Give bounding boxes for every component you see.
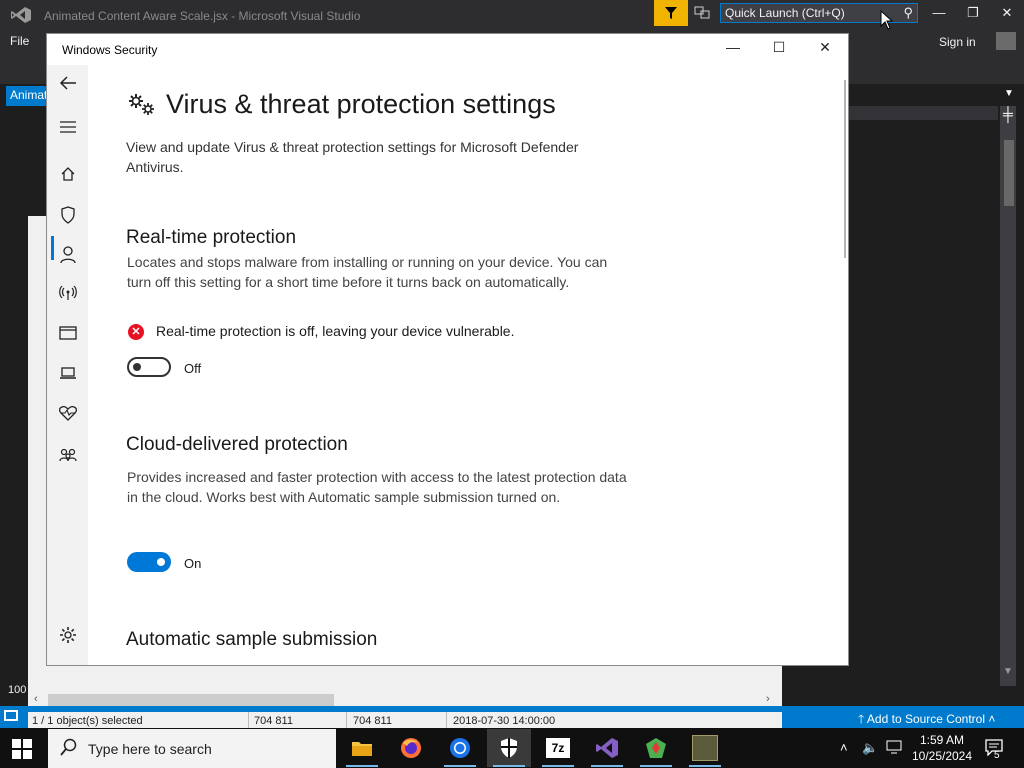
quick-launch-placeholder: Quick Launch (Ctrl+Q) <box>725 6 845 20</box>
cloud-protection-toggle[interactable] <box>127 552 171 572</box>
ws-scrollbar[interactable] <box>844 80 846 258</box>
add-to-source-label: Add to Source Control <box>866 712 985 726</box>
ws-minimize-button[interactable]: — <box>713 39 753 61</box>
ws-sidebar <box>47 65 88 665</box>
gears-icon <box>127 92 157 118</box>
taskbar-game[interactable] <box>683 729 727 767</box>
selected-count: 1 / 1 object(s) selected <box>32 715 143 727</box>
toggle-knob <box>157 558 165 566</box>
editor-scrollbar-thumb[interactable] <box>1004 140 1014 206</box>
game-icon <box>692 735 718 761</box>
taskbar-chrome[interactable] <box>438 729 482 767</box>
realtime-protection-description: Locates and stops malware from installin… <box>127 254 608 290</box>
clock-date: 10/25/2024 <box>911 749 973 763</box>
realtime-protection-title: Real-time protection <box>126 227 297 248</box>
sample-submission-title: Automatic sample submission <box>126 629 378 650</box>
hamburger-menu-icon[interactable] <box>57 118 79 140</box>
ws-maximize-button[interactable]: ☐ <box>759 39 799 61</box>
account-person-icon[interactable] <box>57 246 79 268</box>
scroll-right-icon[interactable]: › <box>766 693 770 705</box>
vs-restore-button[interactable]: ❐ <box>960 5 986 23</box>
taskbar-file-explorer[interactable] <box>340 729 384 767</box>
nav-selection-indicator <box>51 236 54 260</box>
back-arrow-icon[interactable] <box>57 75 79 97</box>
network-icon[interactable] <box>886 740 902 757</box>
sign-in-link[interactable]: Sign in <box>939 35 976 49</box>
search-icon[interactable]: ⚲ <box>903 5 913 21</box>
page-description: View and update Virus & threat protectio… <box>126 139 579 175</box>
taskbar-7zip[interactable]: 7z <box>536 729 580 767</box>
taskbar-windows-security[interactable] <box>487 729 531 767</box>
filter-icon[interactable] <box>654 0 688 26</box>
cloud-protection-description: Provides increased and faster protection… <box>127 469 627 505</box>
visual-studio-logo-icon <box>10 6 32 24</box>
taskbar-visual-studio[interactable] <box>585 729 629 767</box>
avatar[interactable] <box>996 32 1016 50</box>
family-options-icon[interactable] <box>57 447 79 469</box>
toggle-knob <box>133 363 141 371</box>
editor-header-strip <box>848 106 998 120</box>
shield-icon <box>501 738 517 758</box>
ws-titlebar: Windows Security — ☐ ✕ <box>47 34 848 65</box>
zoom-level: 100 <box>8 684 27 696</box>
packed-size-value: 704 811 <box>353 715 392 727</box>
network-antenna-icon[interactable] <box>57 285 79 307</box>
windows-start-icon[interactable] <box>12 739 32 759</box>
arrow-up-icon: 🡑 <box>858 712 865 726</box>
firefox-icon <box>401 738 421 758</box>
device-security-laptop-icon[interactable] <box>57 365 79 387</box>
editor-tab[interactable]: Animat <box>6 86 52 106</box>
app-browser-control-icon[interactable] <box>57 325 79 347</box>
status-icon <box>4 710 18 721</box>
windows-security-window: Windows Security — ☐ ✕ Virus & threat pr… <box>47 34 848 665</box>
realtime-protection-toggle[interactable] <box>127 357 171 377</box>
taskbar-firefox[interactable] <box>389 729 433 767</box>
tray-chevron-up-icon[interactable]: ˄ <box>840 740 848 755</box>
feedback-icon[interactable] <box>694 5 712 21</box>
archive-icon: 7z <box>546 738 570 758</box>
modified-date: 2018-07-30 14:00:00 <box>453 715 556 727</box>
vs-minimize-button[interactable]: — <box>926 5 952 23</box>
page-title: Virus & threat protection settings <box>166 89 556 119</box>
device-health-heart-icon[interactable] <box>57 405 79 427</box>
menu-file[interactable]: File <box>10 34 29 48</box>
mouse-cursor-icon <box>880 9 894 35</box>
notification-count-badge: 5 <box>994 750 1000 761</box>
vs-window-title: Animated Content Aware Scale.jsx - Micro… <box>44 9 361 23</box>
scroll-left-icon[interactable]: ‹ <box>34 693 38 705</box>
shield-icon[interactable] <box>57 206 79 228</box>
cloud-toggle-label: On <box>184 556 202 571</box>
chevron-down-icon[interactable]: ▼ <box>1004 88 1014 99</box>
chevron-up-icon: ˄ <box>988 712 996 726</box>
settings-gear-icon[interactable] <box>57 626 79 648</box>
taskbar-clock[interactable]: 1:59 AM 10/25/2024 <box>907 732 977 764</box>
taskbar-app-green[interactable] <box>634 729 678 767</box>
split-icon[interactable]: ╪ <box>1000 106 1016 122</box>
realtime-toggle-label: Off <box>184 361 202 376</box>
size-value: 704 811 <box>254 715 293 727</box>
clock-time: 1:59 AM <box>919 733 965 747</box>
visual-studio-icon <box>596 738 618 758</box>
folder-icon <box>352 742 372 756</box>
home-icon[interactable] <box>57 166 79 188</box>
search-icon <box>60 738 78 761</box>
ws-window-title: Windows Security <box>62 43 158 57</box>
scroll-down-icon[interactable]: ▼ <box>1003 666 1013 677</box>
app-icon <box>646 738 666 758</box>
vs-close-button[interactable]: ✕ <box>994 5 1020 23</box>
volume-icon[interactable]: 🔈 <box>862 740 878 756</box>
taskbar-search-input[interactable]: Type here to search <box>48 729 336 768</box>
error-x-icon: ✕ <box>128 324 144 340</box>
ws-close-button[interactable]: ✕ <box>805 39 845 61</box>
cloud-protection-title: Cloud-delivered protection <box>126 434 348 455</box>
search-placeholder: Type here to search <box>88 741 212 757</box>
file-manager-statusbar: 1 / 1 object(s) selected 704 811 704 811… <box>28 712 782 728</box>
realtime-warning-text: Real-time protection is off, leaving you… <box>156 323 515 339</box>
horizontal-scrollbar-thumb[interactable] <box>48 694 334 706</box>
browser-icon <box>450 738 470 758</box>
